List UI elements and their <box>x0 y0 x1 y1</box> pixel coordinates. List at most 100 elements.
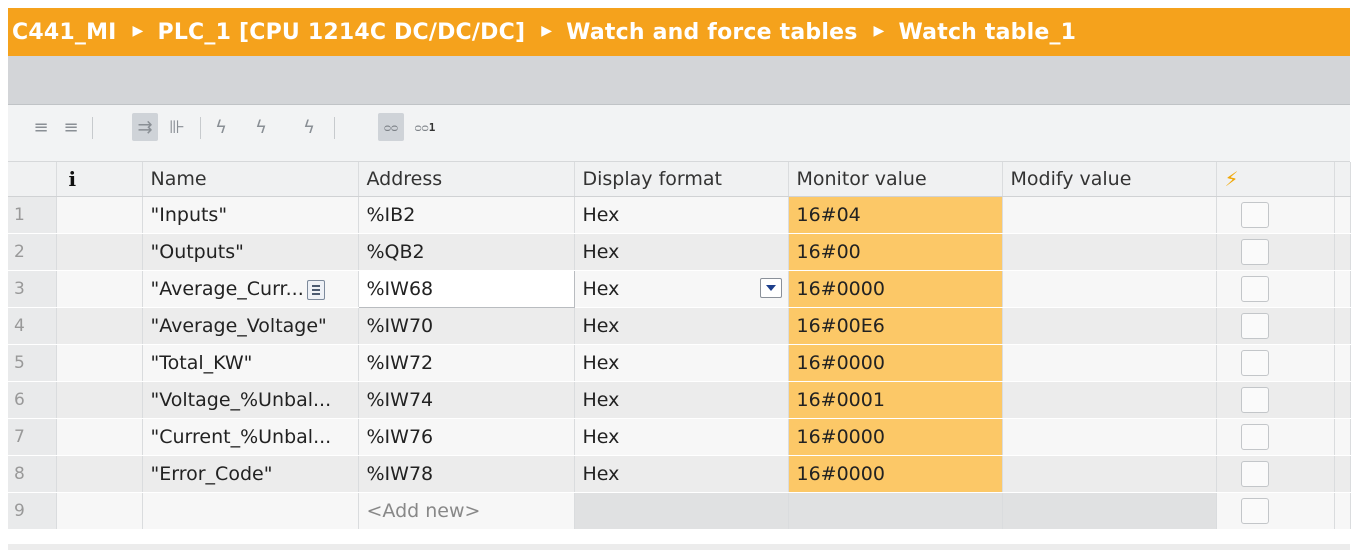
name-cell[interactable]: "Outputs" <box>142 233 359 271</box>
display-format-cell[interactable]: Hex <box>574 270 789 308</box>
modify-value-cell[interactable] <box>1002 270 1217 308</box>
breadcrumb-project[interactable]: C441_MI <box>12 20 117 45</box>
row-number[interactable]: 9 <box>8 492 57 530</box>
force-icon[interactable]: ϟ <box>208 113 234 141</box>
modify-value-column-header[interactable]: Modify value <box>1002 162 1217 197</box>
add-new-row[interactable]: 9 <Add new> <box>8 492 1351 530</box>
name-cell[interactable]: "Total_KW" <box>142 344 359 382</box>
table-row[interactable]: 7 "Current_%Unbal... %IW76 Hex 16#0000 <box>8 418 1351 456</box>
breadcrumb-table[interactable]: Watch table_1 <box>899 20 1077 45</box>
table-row[interactable]: 6 "Voltage_%Unbal... %IW74 Hex 16#0001 <box>8 381 1351 419</box>
breadcrumb: C441_MI ▶ PLC_1 [CPU 1214C DC/DC/DC] ▶ W… <box>8 8 1350 56</box>
table-row[interactable]: 2 "Outputs" %QB2 Hex 16#00 <box>8 233 1351 271</box>
monitor-value-column-header[interactable]: Monitor value <box>788 162 1003 197</box>
breadcrumb-folder[interactable]: Watch and force tables <box>566 20 857 45</box>
table-row[interactable]: 8 "Error_Code" %IW78 Hex 16#0000 <box>8 455 1351 493</box>
stop-force-icon[interactable]: ϟ <box>296 113 322 141</box>
name-column-header[interactable]: Name <box>142 162 359 197</box>
name-cell[interactable]: "Average_Curr... <box>142 270 359 308</box>
row-number[interactable]: 7 <box>8 418 57 456</box>
modify-value-cell[interactable] <box>1002 381 1217 419</box>
modify-checkbox[interactable] <box>1240 387 1269 413</box>
display-format-cell[interactable]: Hex <box>574 196 789 234</box>
address-cell[interactable]: %IW70 <box>358 307 575 345</box>
address-cell[interactable]: %IW76 <box>358 418 575 456</box>
monitor-once-icon[interactable]: ᴑᴑ 1 <box>412 113 438 141</box>
monitor-value-cell: 16#0000 <box>788 455 1003 493</box>
add-new-placeholder[interactable]: <Add new> <box>358 492 575 530</box>
row-number[interactable]: 1 <box>8 196 57 234</box>
breadcrumb-device[interactable]: PLC_1 [CPU 1214C DC/DC/DC] <box>158 20 526 45</box>
insert-row-icon[interactable]: ≡ <box>28 113 54 141</box>
display-format-cell[interactable]: Hex <box>574 344 789 382</box>
monitor-value-cell: 16#00E6 <box>788 307 1003 345</box>
monitor-value-cell: 16#04 <box>788 196 1003 234</box>
display-format-column-header[interactable]: Display format <box>574 162 789 197</box>
dropdown-arrow-icon[interactable] <box>759 278 782 298</box>
name-cell[interactable]: "Current_%Unbal... <box>142 418 359 456</box>
name-cell[interactable]: "Inputs" <box>142 196 359 234</box>
display-format-cell[interactable]: Hex <box>574 307 789 345</box>
display-format-value: Hex <box>582 278 620 300</box>
modify-checkbox[interactable] <box>1240 350 1269 376</box>
modify-value-cell[interactable] <box>1002 196 1217 234</box>
info-cell <box>56 233 143 271</box>
info-column-header[interactable]: i <box>56 162 143 197</box>
name-cell[interactable]: "Error_Code" <box>142 455 359 493</box>
info-icon: i <box>68 167 77 191</box>
row-number-header <box>8 162 57 197</box>
row-number[interactable]: 6 <box>8 381 57 419</box>
modify-value-cell[interactable] <box>1002 307 1217 345</box>
display-format-cell[interactable]: Hex <box>574 381 789 419</box>
table-row[interactable]: 5 "Total_KW" %IW72 Hex 16#0000 <box>8 344 1351 382</box>
address-cell[interactable]: %IW72 <box>358 344 575 382</box>
table-row[interactable]: 4 "Average_Voltage" %IW70 Hex 16#00E6 <box>8 307 1351 345</box>
display-format-cell[interactable]: Hex <box>574 233 789 271</box>
breadcrumb-separator-icon: ▶ <box>873 23 885 39</box>
row-number[interactable]: 3 <box>8 270 57 308</box>
row-number[interactable]: 8 <box>8 455 57 493</box>
address-cell[interactable]: %IW74 <box>358 381 575 419</box>
info-cell <box>56 196 143 234</box>
address-cell[interactable]: %QB2 <box>358 233 575 271</box>
display-format-cell[interactable]: Hex <box>574 418 789 456</box>
modify-checkbox[interactable] <box>1240 498 1269 524</box>
modify-trigger-icon[interactable]: ⊪ <box>164 113 190 141</box>
modify-checkbox-cell <box>1216 381 1335 419</box>
modify-value-cell[interactable] <box>1002 418 1217 456</box>
address-cell[interactable]: %IW78 <box>358 455 575 493</box>
tag-selector-icon[interactable] <box>306 279 325 300</box>
modify-value-cell[interactable] <box>1002 233 1217 271</box>
row-number[interactable]: 4 <box>8 307 57 345</box>
info-cell <box>56 418 143 456</box>
row-number[interactable]: 5 <box>8 344 57 382</box>
name-cell-text: "Average_Curr... <box>150 278 304 300</box>
table-row[interactable]: 1 "Inputs" %IB2 Hex 16#04 <box>8 196 1351 234</box>
modify-checkbox[interactable] <box>1240 276 1269 302</box>
modify-checkbox-cell <box>1216 418 1335 456</box>
display-format-cell[interactable]: Hex <box>574 455 789 493</box>
row-number[interactable]: 2 <box>8 233 57 271</box>
address-cell-editing[interactable]: %IW68 <box>357 270 575 308</box>
modify-checkbox-cell <box>1216 196 1335 234</box>
modify-now-icon[interactable]: ⇉ <box>132 113 158 141</box>
modify-flag-column-header[interactable]: ⚡ <box>1216 162 1335 197</box>
modify-checkbox[interactable] <box>1240 424 1269 450</box>
editor-header-strip <box>8 56 1350 105</box>
modify-checkbox[interactable] <box>1240 461 1269 487</box>
address-cell[interactable]: %IB2 <box>358 196 575 234</box>
table-row[interactable]: 3 "Average_Curr... %IW68 Hex 16#0000 <box>8 270 1351 308</box>
monitor-all-icon[interactable]: ᴑᴑ <box>378 113 404 141</box>
name-cell[interactable]: "Voltage_%Unbal... <box>142 381 359 419</box>
add-row-icon[interactable]: ≡ <box>58 113 84 141</box>
address-column-header[interactable]: Address <box>358 162 575 197</box>
name-cell[interactable]: "Average_Voltage" <box>142 307 359 345</box>
modify-checkbox[interactable] <box>1240 202 1269 228</box>
modify-checkbox[interactable] <box>1240 313 1269 339</box>
modify-value-cell[interactable] <box>1002 344 1217 382</box>
modify-value-cell[interactable] <box>1002 455 1217 493</box>
name-cell[interactable] <box>142 492 359 530</box>
monitor-value-cell: 16#0000 <box>788 418 1003 456</box>
modify-checkbox[interactable] <box>1240 239 1269 265</box>
force-trigger-icon[interactable]: ϟ <box>248 113 274 141</box>
